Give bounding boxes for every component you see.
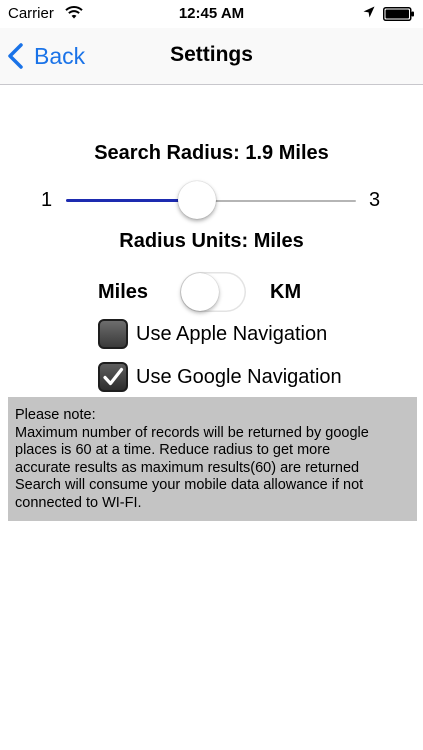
status-time: 12:45 AM — [178, 5, 245, 22]
status-bar: Carrier 12:45 AM — [0, 0, 423, 28]
note-line: accurate results as maximum results(60) … — [15, 459, 360, 476]
google-navigation-option[interactable]: Use Google Navigation — [98, 361, 342, 393]
slider-thumb[interactable] — [177, 181, 216, 219]
note-line: places is 60 at a time. Reduce radius to… — [15, 442, 331, 458]
units-toggle-switch[interactable] — [180, 272, 246, 312]
slider-track-remaining — [196, 200, 356, 202]
note-line: Search will consume your mobile data all… — [15, 477, 364, 493]
apple-navigation-checkbox[interactable] — [98, 319, 128, 349]
battery-icon — [383, 7, 414, 21]
page-title: Settings — [170, 43, 253, 66]
note-line: connected to WI-FI. — [15, 494, 142, 511]
note-line: Please note: — [15, 407, 96, 423]
google-navigation-label: Use Google Navigation — [136, 365, 342, 388]
note-line: Maximum number of records will be return… — [15, 424, 369, 441]
apple-navigation-label: Use Apple Navigation — [136, 322, 328, 345]
slider-track-filled — [66, 199, 197, 202]
apple-navigation-option[interactable]: Use Apple Navigation — [98, 318, 327, 350]
note-box: Please note: Maximum number of records w… — [8, 397, 417, 521]
toggle-knob — [181, 273, 219, 311]
checkmark-icon — [103, 367, 124, 386]
miles-option-label: Miles — [98, 281, 149, 303]
search-radius-label: Search Radius: 1.9 Miles — [94, 142, 329, 164]
location-icon — [363, 6, 375, 18]
radius-units-label: Radius Units: Miles — [119, 230, 304, 252]
google-navigation-checkbox[interactable] — [98, 362, 128, 392]
slider-max-label: 3 — [369, 189, 381, 211]
search-radius-slider[interactable] — [66, 180, 356, 220]
navigation-bar: Back Settings — [0, 28, 423, 85]
slider-min-label: 1 — [41, 189, 53, 211]
km-option-label: KM — [270, 281, 302, 303]
